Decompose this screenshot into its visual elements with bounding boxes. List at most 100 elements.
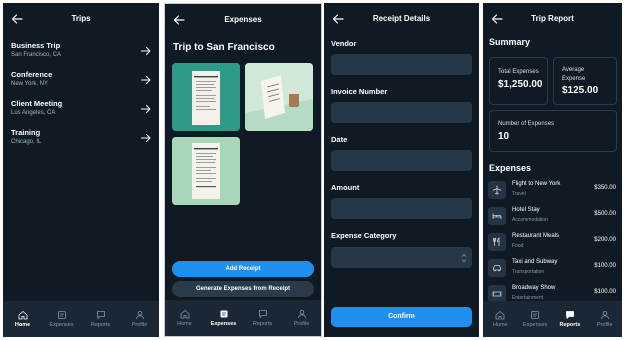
trip-item[interactable]: Client Meeting Los Angeles, CA — [11, 99, 153, 123]
top-bar: Expenses — [165, 4, 321, 36]
chevron-up-down-icon — [461, 253, 467, 263]
nav-label: Expenses — [523, 322, 548, 328]
generate-expenses-button[interactable]: Generate Expenses from Receipt — [172, 281, 314, 297]
expense-name: Taxi and Subway — [512, 259, 558, 265]
expense-name: Broadway Show — [512, 285, 556, 291]
nav-label: Reports — [90, 322, 111, 328]
vendor-field[interactable] — [331, 54, 472, 75]
expense-name: Hotel Stay — [512, 207, 540, 213]
nav-home[interactable]: Home — [6, 310, 40, 328]
nav-label: Expenses — [210, 321, 237, 327]
expense-name: Flight to New York — [512, 181, 561, 187]
expense-amount: $350.00 — [594, 185, 616, 191]
expense-row[interactable]: Taxi and Subway Transportation $100.00 — [488, 257, 618, 279]
nav-profile[interactable]: Profile — [588, 310, 622, 328]
trip-report-screen: Trip Report Summary Total Expenses $1,25… — [483, 3, 622, 337]
trip-item[interactable]: Business Trip San Francisco, CA — [11, 41, 153, 65]
bottom-nav: Home Expenses Reports Profile — [165, 300, 321, 336]
nav-label: Home — [493, 322, 508, 328]
nav-expenses[interactable]: Expenses — [207, 309, 241, 327]
expense-amount: $500.00 — [594, 211, 616, 217]
utensils-icon — [488, 233, 506, 251]
expense-amount: $100.00 — [594, 263, 616, 269]
date-field[interactable] — [331, 150, 472, 171]
expense-category: Travel — [512, 191, 526, 197]
trip-item[interactable]: Conference New York, NY — [11, 70, 153, 94]
receipt-image[interactable] — [245, 63, 313, 131]
average-expense-card: Average Expense $125.00 — [553, 57, 617, 105]
total-expenses-card: Total Expenses $1,250.00 — [489, 57, 548, 105]
date-label: Date — [331, 135, 348, 144]
page-title: Trip Report — [531, 14, 574, 23]
page-title: Trips — [71, 14, 91, 23]
nav-label: Profile — [131, 322, 148, 328]
nav-label: Profile — [293, 321, 310, 327]
airplane-icon — [488, 181, 506, 199]
invoice-number-field[interactable] — [331, 102, 472, 123]
nav-reports[interactable]: Reports — [84, 310, 118, 328]
nav-profile[interactable]: Profile — [285, 309, 319, 327]
arrow-right-icon — [141, 104, 151, 114]
expense-row[interactable]: Flight to New York Travel $350.00 — [488, 179, 618, 201]
trip-name: Training — [11, 128, 41, 137]
average-expense-value: $125.00 — [562, 85, 599, 96]
nav-home[interactable]: Home — [483, 310, 517, 328]
expense-row[interactable]: Restaurant Meals Food $200.00 — [488, 231, 618, 253]
page-title: Expenses — [224, 15, 262, 24]
home-icon — [18, 310, 27, 320]
home-icon — [180, 309, 189, 319]
expense-row[interactable]: Hotel Stay Accommodation $500.00 — [488, 205, 618, 227]
expenses-heading: Expenses — [489, 163, 532, 173]
trips-screen: Trips Business Trip San Francisco, CA Co… — [3, 3, 159, 337]
arrow-right-icon — [141, 46, 151, 56]
nav-reports[interactable]: Reports — [246, 309, 280, 327]
arrow-right-icon — [141, 75, 151, 85]
expense-count-value: 10 — [498, 131, 510, 142]
expense-category: Transportation — [512, 269, 545, 275]
expense-amount: $200.00 — [594, 237, 616, 243]
bottom-nav: Home Expenses Reports Profile — [483, 301, 622, 337]
nav-profile[interactable]: Profile — [123, 310, 157, 328]
nav-expenses[interactable]: Expenses — [518, 310, 552, 328]
home-icon — [495, 310, 505, 320]
nav-label: Expenses — [49, 322, 74, 328]
trip-location: San Francisco, CA — [11, 52, 62, 58]
expense-category-select[interactable] — [331, 247, 472, 268]
user-icon — [135, 310, 144, 320]
trip-item[interactable]: Training Chicago, IL — [11, 128, 153, 152]
nav-expenses[interactable]: Expenses — [45, 310, 79, 328]
bed-icon — [488, 207, 506, 225]
top-bar: Receipt Details — [324, 3, 479, 35]
receipt-photo — [172, 63, 240, 131]
trip-name: Client Meeting — [11, 99, 63, 108]
nav-reports[interactable]: Reports — [553, 310, 587, 328]
summary-heading: Summary — [489, 37, 531, 47]
amount-field[interactable] — [331, 198, 472, 219]
expense-category-label: Expense Category — [331, 231, 397, 240]
total-expenses-label: Total Expenses — [498, 69, 539, 75]
expense-amount: $100.00 — [594, 289, 616, 295]
vendor-label: Vendor — [331, 39, 357, 48]
receipt-icon — [57, 311, 66, 319]
arrow-right-icon — [141, 133, 151, 143]
add-receipt-button[interactable]: Add Receipt — [172, 261, 314, 277]
receipt-photo — [172, 137, 240, 205]
nav-home[interactable]: Home — [168, 309, 202, 327]
expenses-screen: Expenses Trip to San Francisco Add Recei… — [164, 3, 322, 337]
confirm-button[interactable]: Confirm — [331, 307, 472, 327]
nav-label: Home — [14, 322, 31, 328]
receipt-image[interactable] — [172, 137, 240, 205]
bottom-nav: Home Expenses Reports Profile — [3, 301, 159, 337]
chat-icon — [96, 311, 105, 319]
nav-label: Home — [177, 321, 192, 327]
trip-location: Los Angeles, CA — [11, 110, 56, 116]
receipt-icon — [531, 311, 540, 319]
expense-category: Food — [512, 243, 524, 249]
expense-category: Accommodation — [512, 217, 548, 223]
expense-name: Restaurant Meals — [512, 233, 560, 239]
nav-label: Reports — [252, 321, 273, 327]
receipt-image[interactable] — [172, 63, 240, 131]
nav-label: Reports — [559, 322, 581, 328]
page-title: Receipt Details — [372, 14, 431, 23]
receipt-photo — [245, 63, 313, 131]
